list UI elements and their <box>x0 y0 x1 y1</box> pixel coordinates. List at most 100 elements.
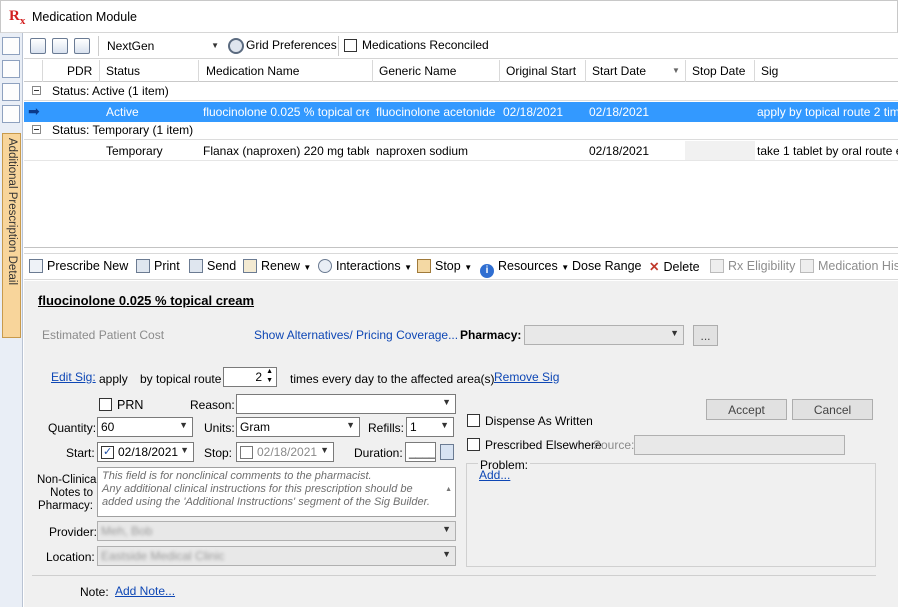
delete-x-icon: ✕ <box>649 260 660 274</box>
print-icon[interactable] <box>74 38 90 54</box>
prescribed-elsewhere-label: Prescribed Elsewhere <box>485 438 602 452</box>
chevron-down-icon: ▼ <box>442 524 451 534</box>
col-pdr[interactable]: PDR <box>67 64 92 78</box>
pharmacy-lookup-button[interactable]: ... <box>693 325 718 346</box>
divider <box>32 575 876 576</box>
stop-date-checkbox[interactable] <box>240 446 253 459</box>
chevron-down-icon: ▼ <box>303 263 312 272</box>
chevron-down-icon: ▼ <box>442 397 451 407</box>
window-title: Medication Module <box>32 10 137 24</box>
copy-icon[interactable] <box>52 38 68 54</box>
rx-eligibility-button[interactable]: Rx Eligibility <box>710 259 795 273</box>
strip-list-icon[interactable] <box>2 105 20 123</box>
add-note-link[interactable]: Add Note... <box>115 584 175 598</box>
start-date-checkbox[interactable] <box>101 445 114 459</box>
strip-doc-icon[interactable] <box>2 37 20 55</box>
stepper-arrows-icon[interactable]: ▲ ▼ <box>266 368 273 385</box>
location-label: Location: <box>46 550 95 564</box>
table-row[interactable]: ➡ Active fluocinolone 0.025 % topical cr… <box>24 102 898 122</box>
strip-edit-icon[interactable] <box>2 60 20 78</box>
col-sig[interactable]: Sig <box>761 64 778 78</box>
print-button[interactable]: Print <box>136 259 180 273</box>
info-icon: i <box>480 264 494 278</box>
chevron-down-icon: ▼ <box>561 263 570 272</box>
prescription-detail-panel: fluocinolone 0.025 % topical cream Estim… <box>24 281 898 607</box>
chevron-down-icon: ▼ <box>464 263 473 272</box>
renew-icon <box>243 259 257 273</box>
source-field[interactable] <box>634 435 845 455</box>
quantity-select[interactable]: 60 ▼ <box>97 417 193 437</box>
group-row-temporary[interactable]: Status: Temporary (1 item) <box>24 121 898 140</box>
prescribed-elsewhere-checkbox[interactable] <box>467 438 480 451</box>
col-medication-name[interactable]: Medication Name <box>206 64 299 78</box>
col-start-date[interactable]: Start Date <box>592 64 646 78</box>
reason-select[interactable]: ▼ <box>236 394 456 414</box>
chevron-down-icon: ▼ <box>442 549 451 559</box>
problem-add-link[interactable]: Add... <box>479 468 510 482</box>
title-bar: Rx Medication Module <box>0 0 898 33</box>
chevron-down-icon: ▼ <box>404 263 413 272</box>
interactions-icon <box>318 259 332 273</box>
reason-label: Reason: <box>190 398 235 412</box>
stop-date-picker[interactable]: 02/18/2021 ▼ <box>236 442 334 462</box>
add-med-icon[interactable] <box>30 38 46 54</box>
gear-icon <box>228 38 244 54</box>
chevron-down-icon: ▼ <box>211 41 219 50</box>
col-stop-date[interactable]: Stop Date <box>692 64 745 78</box>
cancel-button[interactable]: Cancel <box>792 399 873 420</box>
problem-groupbox <box>466 463 876 567</box>
dispense-as-written-checkbox[interactable] <box>467 414 480 427</box>
source-select[interactable]: NextGen ▼ <box>104 37 222 55</box>
edit-sig-link[interactable]: Edit Sig: <box>51 370 96 384</box>
toolbar-divider <box>338 36 339 56</box>
chevron-down-icon: ▼ <box>180 445 189 455</box>
location-select[interactable]: Eastside Medical Clinic ▼ <box>97 546 456 566</box>
meds-reconciled-checkbox[interactable] <box>344 39 357 52</box>
show-alternatives-link[interactable]: Show Alternatives/ Pricing Coverage... <box>254 328 458 342</box>
sig-times-stepper[interactable]: 2 ▲ ▼ <box>223 367 277 387</box>
resources-button[interactable]: i Resources ▼ <box>480 259 569 278</box>
start-date-picker[interactable]: 02/18/2021▼ <box>97 442 194 462</box>
accept-button[interactable]: Accept <box>706 399 787 420</box>
col-status[interactable]: Status <box>106 64 140 78</box>
sig-route: by topical route <box>140 372 222 386</box>
renew-button[interactable]: Renew ▼ <box>243 259 311 273</box>
stop-button[interactable]: Stop ▼ <box>417 259 472 273</box>
units-select[interactable]: Gram ▼ <box>236 417 360 437</box>
interactions-button[interactable]: Interactions ▼ <box>318 259 412 273</box>
medication-history-button[interactable]: Medication His <box>800 259 898 273</box>
send-button[interactable]: Send <box>189 259 236 273</box>
prn-label: PRN <box>117 398 144 412</box>
pharmacy-notes-textarea[interactable]: This field is for nonclinical comments t… <box>97 467 456 533</box>
col-generic-name[interactable]: Generic Name <box>379 64 456 78</box>
estimated-cost-label: Estimated Patient Cost <box>42 328 165 342</box>
chevron-down-icon: ▼ <box>320 445 329 455</box>
col-original-start[interactable]: Original Start <box>506 64 576 78</box>
collapse-icon[interactable] <box>32 86 41 95</box>
grid-preferences-button[interactable]: Grid Preferences <box>246 38 337 52</box>
additional-prescription-detail-tab[interactable]: Additional Prescription Detail <box>2 133 21 338</box>
calculator-icon[interactable] <box>440 444 454 460</box>
start-label: Start: <box>66 446 95 460</box>
quantity-label: Quantity: <box>48 421 97 435</box>
provider-select[interactable]: Meh, Bob ▼ <box>97 521 456 541</box>
provider-label: Provider: <box>49 525 98 539</box>
refills-select[interactable]: 1 ▼ <box>406 417 454 437</box>
duration-field[interactable]: ____ <box>405 442 436 462</box>
group-row-active[interactable]: Status: Active (1 item) <box>24 82 898 101</box>
medication-history-icon <box>800 259 814 273</box>
remove-sig-link[interactable]: Remove Sig <box>494 370 559 384</box>
prescribe-new-button[interactable]: Prescribe New <box>29 259 128 273</box>
delete-button[interactable]: ✕ Delete <box>649 259 700 274</box>
collapse-icon[interactable] <box>32 125 41 134</box>
prn-checkbox[interactable] <box>99 398 112 411</box>
chevron-down-icon: ▼ <box>179 420 188 430</box>
pharmacy-label: Pharmacy: <box>460 328 522 342</box>
dose-range-button[interactable]: Dose Range <box>572 259 642 273</box>
note-label: Note: <box>80 585 109 599</box>
stop-label: Stop: <box>204 446 233 460</box>
table-row[interactable]: Temporary Flanax (naproxen) 220 mg table… <box>24 141 898 161</box>
pharmacy-select[interactable]: ▼ <box>524 325 684 345</box>
strip-image-icon[interactable] <box>2 83 20 101</box>
send-icon <box>189 259 203 273</box>
